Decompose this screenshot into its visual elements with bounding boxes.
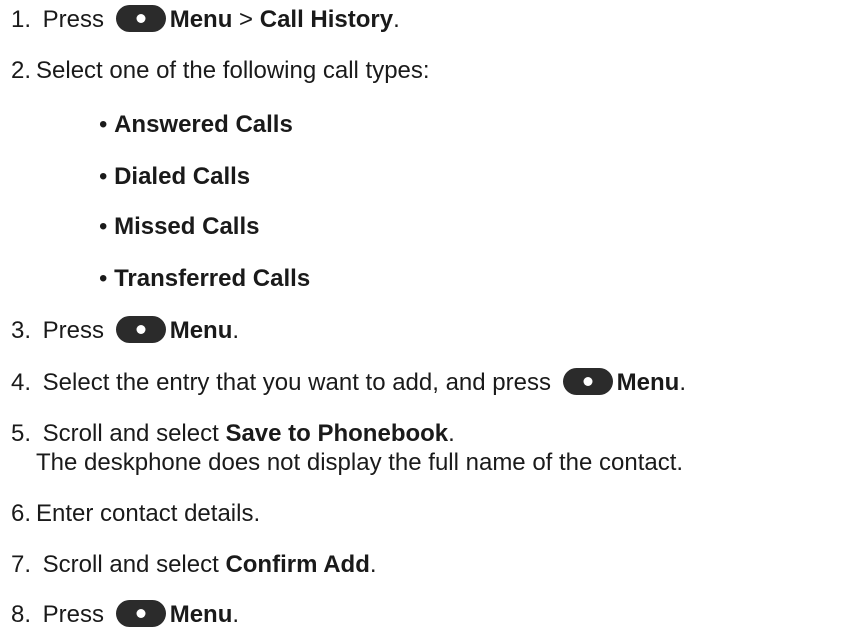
step-number: 8. (11, 601, 32, 628)
step-text: Select the entry that you want to add, a… (42, 369, 551, 396)
period: . (232, 317, 240, 344)
step-number: 5. (11, 420, 32, 447)
step-text: Scroll and select (42, 551, 219, 578)
menu-button-icon (115, 599, 167, 628)
step-number: 6. (11, 500, 32, 527)
step-text: Scroll and select (42, 420, 219, 447)
menu-button-icon (115, 4, 167, 33)
step-text: Press (42, 6, 105, 33)
call-type-item: • Dialed Calls (99, 163, 250, 191)
menu-button-icon (115, 315, 167, 344)
step-1: 1. Press Menu > Call History. (11, 4, 400, 34)
step-text: Press (42, 317, 105, 344)
step-number: 1. (11, 6, 32, 33)
step-7: 7. Scroll and select Confirm Add. (11, 551, 377, 579)
call-type-item: • Missed Calls (99, 213, 259, 241)
step-5-note: The deskphone does not display the full … (36, 449, 683, 477)
menu-button-icon (562, 367, 614, 396)
bullet: • (99, 111, 108, 138)
bullet: • (99, 265, 108, 292)
step-number: 4. (11, 369, 32, 396)
step-6: 6. Enter contact details. (11, 500, 260, 528)
step-2: 2. Select one of the following call types… (11, 57, 430, 85)
note-text: The deskphone does not display the full … (36, 449, 684, 476)
target-label: Call History (259, 6, 394, 33)
call-type-label: Missed Calls (114, 213, 260, 240)
step-number: 2. (11, 57, 32, 84)
call-type-label: Transferred Calls (114, 265, 311, 292)
menu-label: Menu (169, 601, 233, 628)
instruction-document: 1. Press Menu > Call History. 2. Select o… (0, 0, 843, 635)
period: . (448, 420, 455, 447)
separator: > (239, 6, 254, 33)
step-text: Press (42, 601, 105, 628)
period: . (369, 551, 377, 578)
target-label: Save to Phonebook (225, 420, 449, 447)
step-3: 3. Press Menu. (11, 315, 240, 345)
bullet: • (99, 213, 108, 240)
period: . (393, 6, 400, 33)
period: . (232, 601, 240, 628)
target-label: Confirm Add (225, 551, 370, 578)
call-type-label: Dialed Calls (114, 163, 251, 190)
call-type-label: Answered Calls (114, 111, 293, 138)
step-8: 8. Press Menu. (11, 599, 240, 629)
step-5: 5. Scroll and select Save to Phonebook. (11, 420, 455, 448)
call-type-item: • Transferred Calls (99, 265, 310, 293)
step-text: Select one of the following call types: (36, 57, 430, 84)
step-4: 4. Select the entry that you want to add… (11, 367, 686, 397)
call-type-item: • Answered Calls (99, 111, 293, 139)
menu-label: Menu (169, 6, 233, 33)
menu-label: Menu (169, 317, 233, 344)
bullet: • (99, 163, 108, 190)
step-number: 3. (11, 317, 32, 344)
menu-label: Menu (616, 369, 680, 396)
period: . (679, 369, 686, 396)
step-number: 7. (11, 551, 32, 578)
step-text: Enter contact details. (36, 500, 261, 527)
